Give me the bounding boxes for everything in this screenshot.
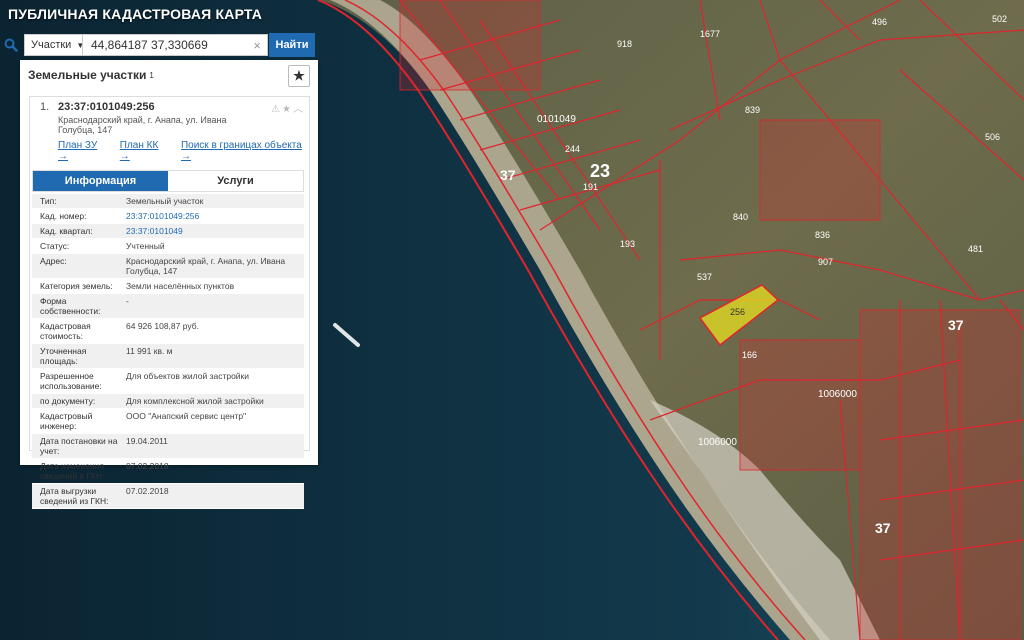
field-value-link[interactable]: 23:37:0101049 <box>122 224 304 238</box>
search-icon[interactable] <box>0 33 22 57</box>
card-links: План ЗУ → План КК → Поиск в границах объ… <box>30 140 309 162</box>
results-count: 1 <box>149 70 154 80</box>
star-outline-icon[interactable]: ★ <box>282 104 293 115</box>
star-icon: ★ <box>293 68 305 83</box>
field-value: ООО "Анапский сервис центр" <box>126 411 247 421</box>
panel-header: Земельные участки 1 ★ <box>20 60 318 90</box>
parcel-label: 166 <box>742 350 757 360</box>
parcel-label: 502 <box>992 14 1007 24</box>
parcel-address: Краснодарский край, г. Анапа, ул. Ивана … <box>58 115 227 135</box>
block-label-b: 1006000 <box>818 389 857 400</box>
table-row: Тип: Земельный участок <box>32 194 304 209</box>
parcel-card: 1. 23:37:0101049:256 ⚠★︿ Краснодарский кр… <box>29 96 310 509</box>
cadastral-number[interactable]: 23:37:0101049:256 <box>58 101 155 113</box>
parcel-label: 506 <box>985 132 1000 142</box>
field-label: Разрешенное использование: <box>40 371 102 391</box>
search-type-label: Участки <box>31 39 72 51</box>
parcel-label: 918 <box>617 39 632 49</box>
field-label: Адрес: <box>40 256 67 266</box>
search-input-value: 44,864187 37,330669 <box>91 38 208 52</box>
field-label: Кадастровый инженер: <box>40 411 93 431</box>
field-value: - <box>126 296 129 306</box>
selected-parcel-label: 256 <box>730 307 745 317</box>
field-value: Земельный участок <box>126 196 204 206</box>
parcel-label: 496 <box>872 17 887 27</box>
table-row: Кад. номер: 23:37:0101049:256 <box>32 209 304 224</box>
table-row: Уточненная площадь: 11 991 кв. м <box>32 344 304 369</box>
block-label-c: 1006000 <box>698 437 737 448</box>
table-row: Кадастровый инженер: ООО "Анапский сервис… <box>32 409 304 434</box>
quarter-37-label-c: 37 <box>875 520 891 536</box>
search-bounds-link[interactable]: Поиск в границах объекта → <box>181 140 309 162</box>
table-row: Кадастровая стоимость: 64 926 108,87 руб. <box>32 319 304 344</box>
field-value: 19.04.2011 <box>126 436 168 446</box>
parcel-label: 907 <box>818 257 833 267</box>
parcel-label: 191 <box>583 182 598 192</box>
parcel-label: 840 <box>733 212 748 222</box>
table-row: Дата выгрузки сведений из ГКН: 07.02.2018 <box>32 484 304 509</box>
field-label: по документу: <box>40 396 96 406</box>
field-label: Уточненная площадь: <box>40 346 87 366</box>
field-value: Земли населённых пунктов <box>126 281 235 291</box>
field-value: Для комплексной жилой застройки <box>126 396 264 406</box>
field-label: Дата постановки на учет: <box>40 436 118 456</box>
field-value: Для объектов жилой застройки <box>126 371 250 381</box>
plan-kk-link[interactable]: План КК → <box>120 140 169 162</box>
search-input[interactable]: 44,864187 37,330669 × <box>82 34 268 56</box>
field-label: Кадастровая стоимость: <box>40 321 91 341</box>
plan-zu-link[interactable]: План ЗУ → <box>58 140 108 162</box>
search-type-select[interactable]: Участки ▼ <box>24 34 84 56</box>
item-index: 1. <box>40 101 50 113</box>
info-table: Тип: Земельный участок Кад. номер: 23:37:0… <box>32 194 304 509</box>
field-label: Статус: <box>40 241 70 251</box>
field-value: 07.02.2018 <box>126 461 169 471</box>
find-button[interactable]: Найти <box>269 33 315 57</box>
field-label: Дата выгрузки сведений из ГКН: <box>40 486 109 506</box>
search-bar: Участки ▼ 44,864187 37,330669 × Найти <box>0 33 315 57</box>
parcel-label: 481 <box>968 244 983 254</box>
parcel-label: 1677 <box>700 29 720 39</box>
field-value: Краснодарский край, г. Анапа, ул. Ивана … <box>126 256 286 276</box>
table-row: Категория земель: Земли населённых пункто… <box>32 279 304 294</box>
table-row: Адрес: Краснодарский край, г. Анапа, ул. … <box>32 254 304 279</box>
app-title: ПУБЛИЧНАЯ КАДАСТРОВАЯ КАРТА <box>8 6 263 22</box>
field-label: Кад. квартал: <box>40 226 93 236</box>
table-row: Дата постановки на учет: 19.04.2011 <box>32 434 304 459</box>
field-value-link[interactable]: 23:37:0101049:256 <box>122 209 304 223</box>
favorites-button[interactable]: ★ <box>288 65 310 87</box>
tab-information[interactable]: Информация <box>33 171 168 191</box>
parcel-label: 839 <box>745 105 760 115</box>
field-label: Категория земель: <box>40 281 113 291</box>
field-value: 11 991 кв. м <box>126 346 173 356</box>
table-row: Форма собственности: - <box>32 294 304 319</box>
panel-title: Земельные участки <box>28 68 147 82</box>
card-action-icons[interactable]: ⚠★︿ <box>271 100 305 115</box>
clear-icon[interactable]: × <box>253 38 261 53</box>
parcel-label: 836 <box>815 230 830 240</box>
quarter-37-label-a: 37 <box>500 167 516 183</box>
field-label: Форма собственности: <box>40 296 101 316</box>
table-row: Кад. квартал: 23:37:0101049 <box>32 224 304 239</box>
card-tabs: Информация Услуги <box>32 170 304 192</box>
table-row: по документу: Для комплексной жилой застр… <box>32 394 304 409</box>
warning-icon[interactable]: ⚠ <box>271 104 282 115</box>
field-label: Кад. номер: <box>40 211 87 221</box>
field-value: Учтенный <box>126 241 165 251</box>
table-row: Дата изменения сведений в ГКН: 07.02.2018 <box>32 459 304 484</box>
table-row: Статус: Учтенный <box>32 239 304 254</box>
parcel-label: 537 <box>697 272 712 282</box>
tab-services[interactable]: Услуги <box>168 171 303 191</box>
parcel-label: 244 <box>565 144 580 154</box>
quarter-37-label-b: 37 <box>948 317 964 333</box>
table-row: Разрешенное использование: Для объектов ж… <box>32 369 304 394</box>
field-label: Дата изменения сведений в ГКН: <box>40 461 105 481</box>
results-panel: Земельные участки 1 ★ 1. 23:37:0101049:25… <box>20 60 318 509</box>
quarter-23-label: 23 <box>590 161 610 181</box>
field-label: Тип: <box>40 196 57 206</box>
block-label-a: 0101049 <box>537 114 576 125</box>
parcel-label: 193 <box>620 239 635 249</box>
field-value: 64 926 108,87 руб. <box>126 321 199 331</box>
chevron-up-icon[interactable]: ︿ <box>293 104 305 115</box>
field-value: 07.02.2018 <box>126 486 169 496</box>
